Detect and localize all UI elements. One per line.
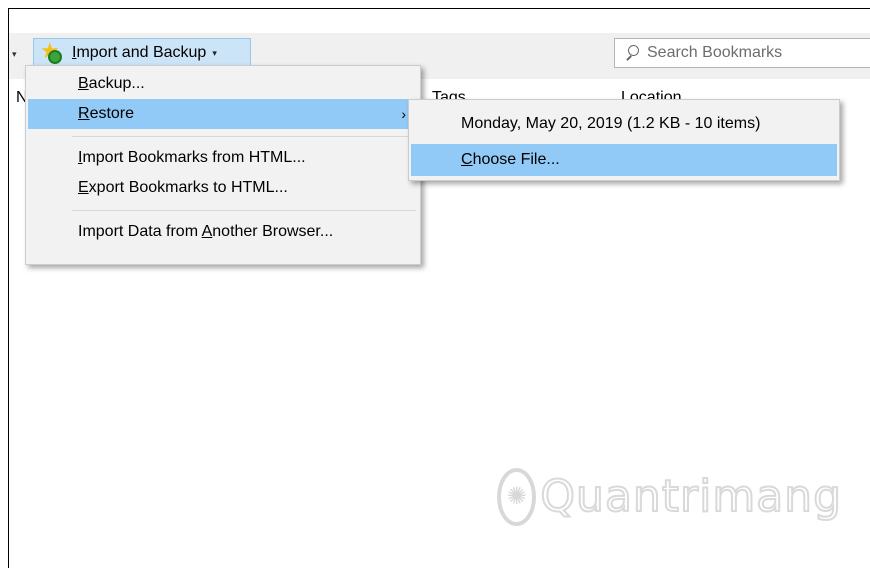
menu-separator: [72, 210, 416, 211]
watermark-logo: ✺ Quantrimang: [497, 454, 842, 539]
search-input[interactable]: Search Bookmarks: [614, 38, 870, 68]
restore-submenu: Monday, May 20, 2019 (1.2 KB - 10 items)…: [408, 99, 840, 181]
import-and-backup-label: Import and Backup: [72, 44, 207, 61]
menu-item-restore[interactable]: Restore ›: [28, 99, 418, 129]
submenu-item-choose-file[interactable]: Choose File...: [411, 144, 837, 176]
menu-item-export-html[interactable]: Export Bookmarks to HTML...: [28, 173, 418, 203]
search-placeholder: Search Bookmarks: [647, 44, 783, 61]
import-and-backup-button[interactable]: ★ Import and Backup ▾: [33, 38, 251, 68]
menu-item-import-another-browser[interactable]: Import Data from Another Browser...: [28, 217, 418, 247]
star-refresh-icon: ★: [40, 38, 64, 64]
import-backup-menu: Backup... Restore › Import Bookmarks fro…: [25, 65, 421, 265]
watermark-text: Quantrimang: [539, 470, 842, 523]
chevron-right-icon: ›: [401, 106, 406, 122]
search-icon: [625, 45, 639, 61]
menu-separator: [72, 136, 416, 137]
lightbulb-icon: ✺: [497, 467, 537, 526]
chevron-down-icon: ▾: [212, 47, 217, 58]
menu-item-backup[interactable]: Backup...: [28, 69, 418, 99]
submenu-item-backup-date[interactable]: Monday, May 20, 2019 (1.2 KB - 10 items): [411, 108, 837, 140]
organize-dropdown-arrow-icon[interactable]: ▾: [12, 49, 17, 60]
menu-item-import-html[interactable]: Import Bookmarks from HTML...: [28, 143, 418, 173]
